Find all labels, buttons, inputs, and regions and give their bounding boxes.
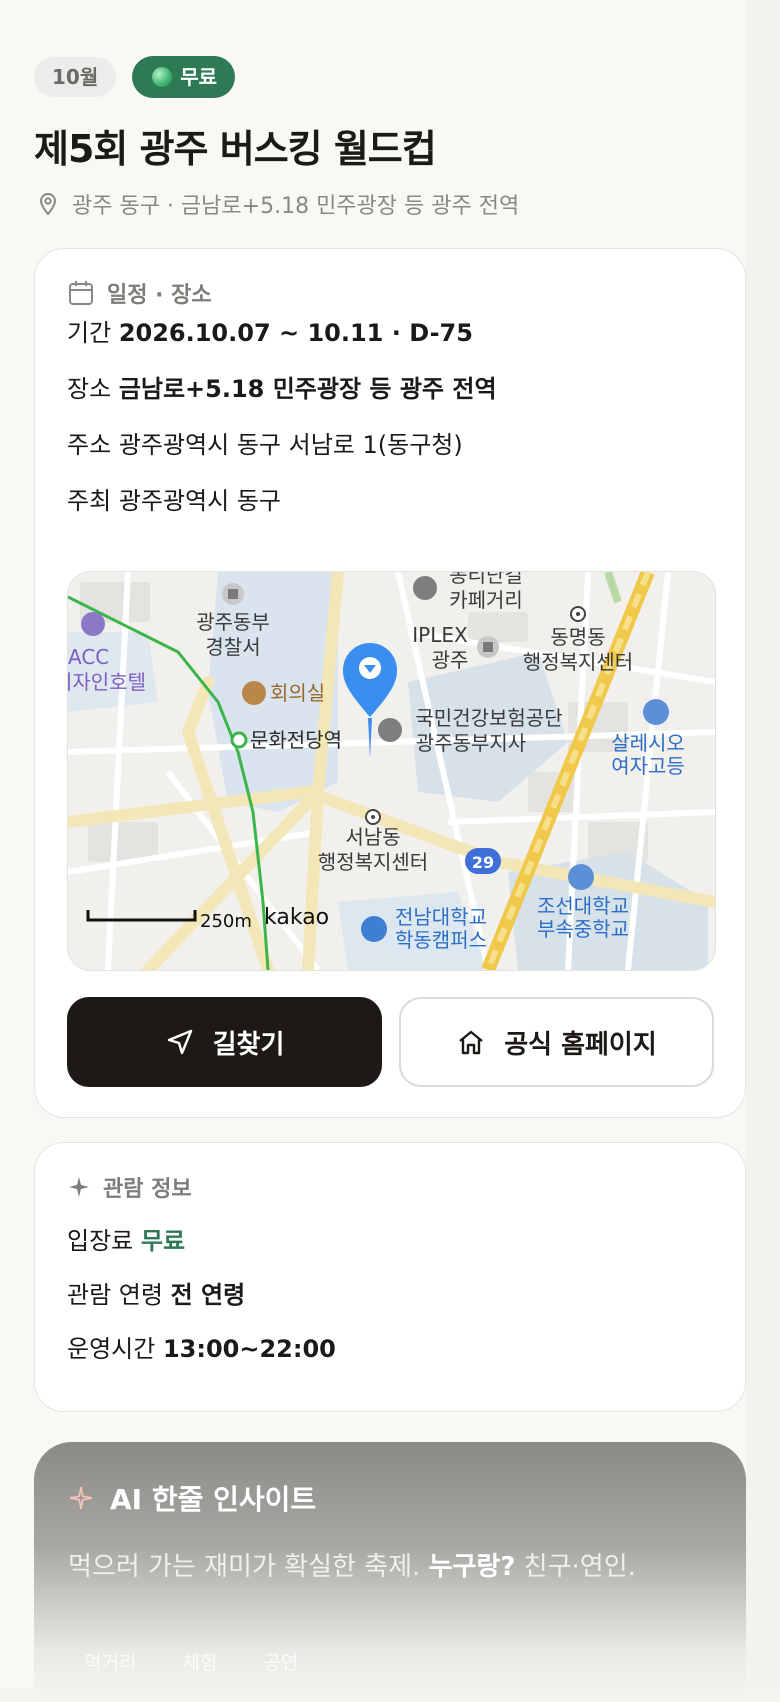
- host-row: 주최 광주광역시 동구: [67, 481, 281, 516]
- map-label-nhis: 국민건강보험공단: [415, 706, 562, 730]
- map-label-cafe: 동리단길: [449, 572, 523, 587]
- month-tag: 10월: [34, 57, 117, 97]
- map-label-acc-2: 디자인호텔: [68, 670, 146, 694]
- calendar-icon: [69, 281, 93, 305]
- ai-sparkle-icon: [70, 1487, 92, 1509]
- venue-value: 금남로+5.18 민주광장 등 광주 전역: [118, 375, 497, 403]
- schedule-heading-label: 일정 · 장소: [107, 283, 212, 308]
- map-label-seonam: 서남동: [345, 825, 400, 849]
- map-label-chosun: 조선대학교: [537, 894, 629, 918]
- map-label-acc: ACC: [68, 645, 109, 669]
- map-label-seonam-2: 행정복지센터: [318, 850, 428, 874]
- ai-text-bold: 누구랑?: [428, 1552, 516, 1582]
- address-row: 주소 광주광역시 동구 서남로 1(동구청): [67, 425, 463, 460]
- viewing-heading-label: 관람 정보: [103, 1177, 192, 1202]
- ai-text-prefix: 먹으러 가는 재미가 확실한 축제.: [68, 1552, 421, 1582]
- age-label: 관람 연령: [67, 1281, 163, 1309]
- ai-insight-text: 먹으러 가는 재미가 확실한 축제. 누구랑? 친구·연인.: [68, 1546, 636, 1583]
- navigation-arrow-icon: [167, 1029, 192, 1055]
- age-row: 관람 연령 전 연령: [67, 1275, 245, 1310]
- venue-label: 장소: [67, 375, 112, 403]
- map-label-dongmyeong-2: 행정복지센터: [523, 650, 633, 674]
- host-label: 주최: [67, 487, 112, 515]
- tag-row: 10월 무료: [34, 56, 236, 98]
- route-number: 29: [472, 853, 494, 872]
- viewing-info-card: 관람 정보 입장료 무료 관람 연령 전 연령 운영시간 13:00~22:00: [34, 1142, 746, 1412]
- map-label-salesian: 살레시오: [611, 731, 685, 755]
- map-label-nhis-2: 광주동부지사: [416, 731, 526, 755]
- map-label-police: 광주동부: [196, 610, 270, 634]
- host-value: 광주광역시 동구: [118, 487, 282, 515]
- hours-row: 운영시간 13:00~22:00: [67, 1329, 336, 1364]
- directions-label: 길찾기: [212, 1029, 285, 1060]
- chip-food[interactable]: 먹거리: [84, 1648, 136, 1675]
- map-label-police-2: 경찰서: [205, 635, 260, 659]
- price-tag: 무료: [132, 56, 236, 98]
- page: 10월 무료 제5회 광주 버스킹 월드컵 광주 동구 · 금남로+5.18 민…: [0, 0, 746, 1702]
- ai-heading-label: AI 한줄 인사이트: [110, 1483, 317, 1516]
- period-row: 기간 2026.10.07 ~ 10.11 · D-75: [67, 313, 473, 348]
- chip-performance[interactable]: 공연: [263, 1648, 298, 1675]
- address-label: 주소: [67, 431, 112, 459]
- address-value: 광주광역시 동구 서남로 1(동구청): [118, 431, 463, 459]
- fee-label: 입장료: [67, 1227, 134, 1255]
- location-map[interactable]: 광주동부 경찰서 카페거리 동리단길 IPLEX 광주 동명동 행정복지센터 국…: [67, 571, 716, 971]
- age-value: 전 연령: [170, 1281, 246, 1309]
- ai-insight-card: AI 한줄 인사이트 먹으러 가는 재미가 확실한 축제. 누구랑? 친구·연인…: [34, 1442, 746, 1702]
- map-label-chosun-2: 부속중학교: [537, 917, 629, 941]
- price-tag-label: 무료: [180, 65, 218, 89]
- period-label: 기간: [67, 319, 112, 347]
- venue-row: 장소 금남로+5.18 민주광장 등 광주 전역: [67, 369, 497, 404]
- map-label-jnu-2: 학동캠퍼스: [395, 928, 487, 952]
- map-label-dongmyeong: 동명동: [550, 625, 605, 649]
- hours-value: 13:00~22:00: [162, 1335, 336, 1363]
- viewing-heading: 관람 정보: [67, 1171, 192, 1203]
- sparkle-icon: [69, 1177, 89, 1197]
- ai-heading: AI 한줄 인사이트: [68, 1478, 316, 1518]
- kakao-logo: kakao: [264, 905, 329, 930]
- period-value: 2026.10.07 ~ 10.11 · D-75: [118, 319, 473, 347]
- hours-label: 운영시간: [67, 1335, 156, 1363]
- ai-chip-row: 먹거리 체험 공연: [84, 1648, 298, 1675]
- map-scale-label: 250m: [200, 911, 252, 932]
- map-label-cafe-2: 카페거리: [449, 588, 523, 612]
- map-label-jnu: 전남대학교: [395, 905, 487, 929]
- map-label-iplex: IPLEX: [412, 623, 468, 647]
- map-label-salesian-2: 여자고등: [611, 754, 685, 778]
- map-label-station: 문화전당역: [250, 728, 342, 752]
- homepage-label: 공식 홈페이지: [504, 1029, 657, 1060]
- map-label-hall: 회의실: [270, 681, 325, 705]
- map-label-iplex-2: 광주: [432, 648, 469, 672]
- homepage-button[interactable]: 공식 홈페이지: [399, 997, 714, 1087]
- fee-row: 입장료 무료: [67, 1221, 185, 1256]
- home-icon: [459, 1030, 483, 1055]
- ai-text-suffix: 친구·연인.: [523, 1552, 636, 1582]
- chip-experience[interactable]: 체험: [182, 1648, 217, 1675]
- schedule-card: 일정 · 장소 기간 2026.10.07 ~ 10.11 · D-75 장소 …: [34, 248, 746, 1118]
- map-pin-icon: [39, 193, 57, 216]
- location-line: 광주 동구 · 금남로+5.18 민주광장 등 광주 전역: [38, 188, 519, 220]
- free-dot-icon: [152, 67, 173, 87]
- fee-value: 무료: [140, 1227, 186, 1255]
- scrollbar[interactable]: [746, 0, 780, 1688]
- event-title: 제5회 광주 버스킹 월드컵: [34, 127, 437, 171]
- schedule-heading: 일정 · 장소: [67, 277, 212, 309]
- directions-button[interactable]: 길찾기: [67, 997, 382, 1087]
- location-text: 광주 동구 · 금남로+5.18 민주광장 등 광주 전역: [72, 194, 520, 219]
